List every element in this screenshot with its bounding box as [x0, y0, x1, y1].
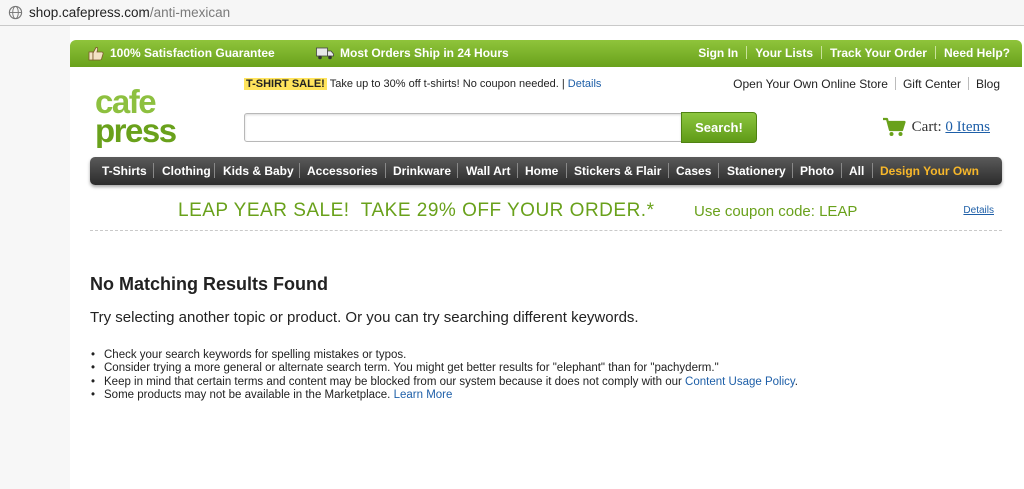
truck-icon: [316, 47, 334, 60]
track-order-link[interactable]: Track Your Order: [830, 46, 927, 60]
divider: [934, 46, 936, 59]
list-item: Check your search keywords for spelling …: [90, 349, 798, 363]
gift-center-link[interactable]: Gift Center: [903, 77, 961, 91]
cafepress-logo[interactable]: cafe press: [94, 86, 192, 148]
guarantee-label: 100% Satisfaction Guarantee: [110, 46, 275, 60]
page: 100% Satisfaction Guarantee Most Orders …: [70, 40, 1022, 489]
logo-line2: press: [95, 112, 176, 148]
your-lists-link[interactable]: Your Lists: [755, 46, 813, 60]
nav-item-home[interactable]: Home: [525, 164, 558, 178]
search-button[interactable]: Search!: [681, 112, 757, 143]
nav-divider: [517, 163, 518, 178]
open-store-link[interactable]: Open Your Own Online Store: [733, 77, 888, 91]
leap-coupon-code: Use coupon code: LEAP: [694, 203, 858, 220]
blog-link[interactable]: Blog: [976, 77, 1000, 91]
nav-divider: [153, 163, 154, 178]
list-item: Some products may not be available in th…: [90, 389, 798, 403]
nav-item-accessories[interactable]: Accessories: [307, 164, 378, 178]
browser-address-bar[interactable]: shop.cafepress.com/anti-mexican: [0, 0, 1024, 26]
nav-divider: [299, 163, 300, 178]
url-text[interactable]: shop.cafepress.com/anti-mexican: [29, 5, 230, 20]
top-bar: 100% Satisfaction Guarantee Most Orders …: [70, 40, 1022, 67]
nav-item-cases[interactable]: Cases: [676, 164, 711, 178]
divider: [894, 77, 896, 90]
nav-item-design-your-own[interactable]: Design Your Own: [880, 164, 979, 178]
sale-details-link[interactable]: Details: [568, 78, 602, 90]
cart[interactable]: Cart: 0 Items: [882, 117, 990, 136]
tip-text: Keep in mind that certain terms and cont…: [104, 375, 682, 388]
nav-divider: [841, 163, 842, 178]
nav-item-clothing[interactable]: Clothing: [162, 164, 211, 178]
divider: [967, 77, 969, 90]
sign-in-link[interactable]: Sign In: [698, 46, 738, 60]
leap-details-link[interactable]: Details: [963, 205, 994, 216]
nav-divider: [566, 163, 567, 178]
tip-text-end: .: [794, 375, 798, 388]
tshirt-sale-notice: T-SHIRT SALE! Take up to 30% off t-shirt…: [244, 78, 601, 90]
leap-headline: LEAP YEAR SALE! TAKE 29% OFF YOUR ORDER.…: [178, 200, 655, 221]
tip-text: Consider trying a more general or altern…: [104, 362, 719, 375]
nav-divider: [385, 163, 386, 178]
nav-item-stationery[interactable]: Stationery: [727, 164, 786, 178]
nav-item-drinkware[interactable]: Drinkware: [393, 164, 451, 178]
search-tips-list: Check your search keywords for spelling …: [90, 349, 798, 403]
no-results-heading: No Matching Results Found: [90, 274, 328, 294]
tip-text: Some products may not be available in th…: [104, 389, 391, 402]
nav-item-tshirts[interactable]: T-Shirts: [102, 164, 147, 178]
nav-divider: [214, 163, 215, 178]
sale-tag: T-SHIRT SALE!: [244, 78, 327, 90]
nav-item-stickers-flair[interactable]: Stickers & Flair: [574, 164, 661, 178]
guarantee-promo[interactable]: 100% Satisfaction Guarantee: [88, 46, 275, 61]
list-item: Consider trying a more general or altern…: [90, 362, 798, 376]
nav-divider: [792, 163, 793, 178]
nav-item-kids-baby[interactable]: Kids & Baby: [223, 164, 294, 178]
leap-year-banner: LEAP YEAR SALE! TAKE 29% OFF YOUR ORDER.…: [90, 196, 1002, 231]
shipping-promo[interactable]: Most Orders Ship in 24 Hours: [316, 46, 509, 60]
list-item: Keep in mind that certain terms and cont…: [90, 375, 798, 390]
divider: [746, 46, 748, 59]
globe-icon: [8, 5, 23, 20]
nav-item-wall-art[interactable]: Wall Art: [466, 164, 510, 178]
divider: [821, 46, 823, 59]
search-input[interactable]: [244, 113, 682, 142]
shipping-label: Most Orders Ship in 24 Hours: [340, 46, 509, 60]
nav-divider: [872, 163, 873, 178]
store-links: Open Your Own Online Store Gift Center Blo…: [733, 77, 1000, 91]
thumbs-up-icon: [88, 47, 104, 61]
sale-text: Take up to 30% off t-shirts! No coupon n…: [329, 78, 565, 90]
url-path: /anti-mexican: [149, 5, 231, 20]
account-links: Sign In Your Lists Track Your Order Need He…: [698, 46, 1010, 60]
nav-item-all[interactable]: All: [849, 164, 864, 178]
need-help-link[interactable]: Need Help?: [944, 46, 1010, 60]
nav-divider: [718, 163, 719, 178]
left-margin: [0, 26, 70, 489]
learn-more-link[interactable]: Learn More: [394, 389, 453, 401]
cart-count-link[interactable]: 0 Items: [945, 119, 990, 135]
cart-icon: [882, 117, 906, 136]
nav-item-photo[interactable]: Photo: [800, 164, 834, 178]
tip-text: Check your search keywords for spelling …: [104, 349, 407, 361]
nav-divider: [457, 163, 458, 178]
content-usage-policy-link[interactable]: Content Usage Policy: [685, 376, 795, 388]
no-results-subheading: Try selecting another topic or product. …: [90, 309, 639, 326]
url-host: shop.cafepress.com: [29, 5, 150, 20]
cart-label: Cart:: [911, 119, 942, 135]
category-nav: T-Shirts Clothing Kids & Baby Accessorie…: [90, 157, 1002, 185]
nav-divider: [668, 163, 669, 178]
